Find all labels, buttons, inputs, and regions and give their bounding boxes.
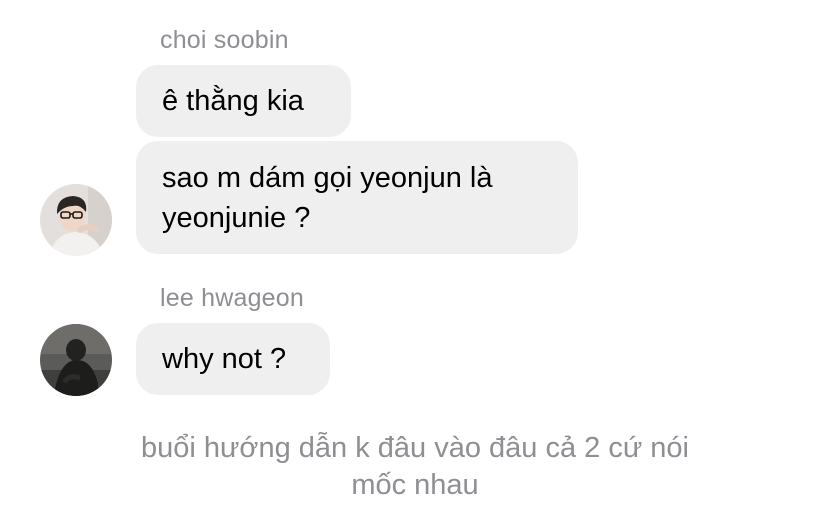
message-text-line: sao m dám gọi yeonjun là (162, 162, 493, 194)
message-bubble[interactable]: sao m dám gọi yeonjun là yeonjunie ? (136, 141, 578, 254)
caption-line: buổi hướng dẫn k đâu vào đâu cả 2 cứ nói (141, 432, 689, 464)
caption: buổi hướng dẫn k đâu vào đâu cả 2 cứ nói… (60, 430, 770, 504)
message-text: why not ? (162, 343, 287, 375)
message-bubble[interactable]: why not ? (136, 323, 330, 395)
avatar-photo (40, 324, 112, 396)
message-text: ê thằng kia (162, 85, 304, 117)
caption-line: mốc nhau (351, 469, 479, 501)
avatar[interactable] (40, 184, 112, 256)
avatar-photo (40, 184, 112, 256)
avatar[interactable] (40, 324, 112, 396)
message-text-line: yeonjunie ? (162, 202, 311, 234)
sender-name: choi soobin (160, 26, 289, 54)
sender-name: lee hwageon (160, 284, 304, 312)
message-bubble[interactable]: ê thằng kia (136, 65, 351, 137)
